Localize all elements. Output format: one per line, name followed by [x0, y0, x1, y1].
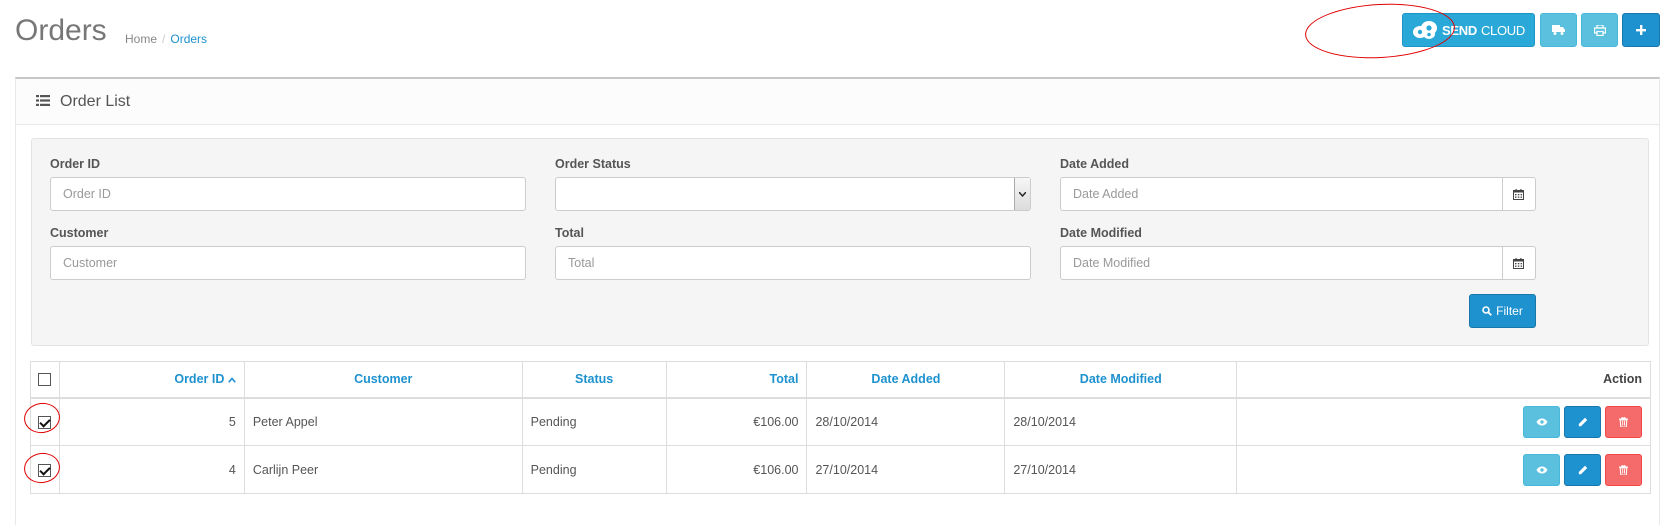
pencil-icon — [1578, 465, 1587, 474]
sendcloud-logo-icon — [1413, 21, 1438, 39]
panel-heading: Order List — [16, 79, 1659, 125]
edit-button[interactable] — [1564, 405, 1601, 438]
col-status[interactable]: Status — [521, 361, 667, 399]
filter-total-label: Total — [555, 226, 584, 240]
calendar-icon — [1513, 257, 1525, 269]
filter-date-modified-group: Date Modified — [1060, 226, 1536, 280]
filter-date-added-label: Date Added — [1060, 157, 1129, 171]
panel-title: Order List — [60, 92, 131, 110]
order-status-value — [555, 177, 1031, 211]
cell-date-modified: 27/10/2014 — [1004, 445, 1238, 494]
col-date-added[interactable]: Date Added — [806, 361, 1006, 399]
col-customer[interactable]: Customer — [243, 361, 523, 399]
cell-date-added: 28/10/2014 — [806, 397, 1006, 446]
sendcloud-label-bold: SEND — [1442, 22, 1477, 38]
cell-total: €106.00 — [665, 445, 808, 494]
breadcrumb-separator: / — [162, 32, 166, 46]
table-row: 4 Carlijn Peer Pending €106.00 27/10/201… — [30, 445, 1651, 494]
truck-icon — [1552, 25, 1565, 35]
cell-order-id: 4 — [58, 445, 245, 494]
row-select-cell — [30, 397, 60, 446]
filter-order-id-label: Order ID — [50, 157, 101, 171]
cell-status: Pending — [521, 397, 667, 446]
cell-total: €106.00 — [665, 397, 808, 446]
view-button[interactable] — [1523, 453, 1560, 486]
page-header: Orders Home / Orders SEND CLOUD — [0, 0, 1660, 72]
cell-status: Pending — [521, 445, 667, 494]
plus-icon — [1636, 25, 1646, 35]
ship-button[interactable] — [1540, 13, 1577, 47]
breadcrumb: Home / Orders — [125, 32, 207, 46]
breadcrumb-home[interactable]: Home — [125, 32, 157, 46]
filter-date-added-group: Date Added — [1060, 157, 1536, 211]
date-added-input[interactable] — [1060, 177, 1503, 211]
sendcloud-logo: SEND CLOUD — [1412, 20, 1525, 40]
customer-input[interactable] — [50, 246, 526, 280]
cell-date-modified: 28/10/2014 — [1004, 397, 1238, 446]
orders-table: Order ID Customer Status Total Date Adde… — [30, 361, 1651, 494]
date-modified-calendar-button[interactable] — [1502, 246, 1536, 280]
eye-icon — [1536, 466, 1547, 473]
calendar-icon — [1513, 188, 1525, 200]
filter-order-status-group: Order Status — [555, 157, 1031, 211]
col-date-modified[interactable]: Date Modified — [1004, 361, 1238, 399]
col-customer-label[interactable]: Customer — [354, 372, 412, 386]
search-icon — [1482, 306, 1493, 316]
breadcrumb-orders[interactable]: Orders — [170, 32, 207, 46]
delete-button[interactable] — [1605, 405, 1642, 438]
add-order-button[interactable] — [1622, 13, 1660, 47]
col-date-modified-label[interactable]: Date Modified — [1080, 372, 1162, 386]
pencil-icon — [1578, 417, 1587, 426]
col-order-id[interactable]: Order ID — [58, 361, 245, 399]
select-all-checkbox[interactable] — [38, 373, 52, 387]
filter-total-group: Total — [555, 226, 1031, 280]
col-action: Action — [1236, 361, 1651, 399]
cell-order-id: 5 — [58, 397, 245, 446]
col-status-label[interactable]: Status — [575, 372, 613, 386]
delete-button[interactable] — [1605, 453, 1642, 486]
col-total[interactable]: Total — [665, 361, 808, 399]
sendcloud-button[interactable]: SEND CLOUD — [1402, 13, 1535, 47]
cell-actions — [1236, 445, 1651, 494]
date-modified-input[interactable] — [1060, 246, 1503, 280]
table-header-row: Order ID Customer Status Total Date Adde… — [30, 361, 1651, 399]
row-select-cell — [30, 445, 60, 494]
view-button[interactable] — [1523, 405, 1560, 438]
filter-customer-group: Customer — [50, 226, 526, 280]
col-total-label[interactable]: Total — [770, 372, 799, 386]
print-button[interactable] — [1581, 13, 1618, 47]
cell-date-added: 27/10/2014 — [806, 445, 1006, 494]
order-status-select[interactable] — [555, 177, 1031, 211]
list-icon — [36, 93, 50, 110]
eye-icon — [1536, 418, 1547, 426]
order-list-panel: Order List Order ID Order Status Date Ad… — [15, 77, 1660, 525]
filter-order-id-group: Order ID — [50, 157, 526, 211]
page-title: Orders — [15, 14, 107, 47]
order-id-input[interactable] — [50, 177, 526, 211]
filter-form: Order ID Order Status Date Added Custome — [31, 138, 1649, 346]
filter-button-label: Filter — [1496, 304, 1523, 318]
trash-icon — [1619, 464, 1628, 475]
table-row: 5 Peter Appel Pending €106.00 28/10/2014… — [30, 397, 1651, 446]
cell-customer: Carlijn Peer — [243, 445, 523, 494]
col-date-added-label[interactable]: Date Added — [871, 372, 940, 386]
trash-icon — [1619, 416, 1628, 427]
sort-up-icon — [228, 377, 236, 383]
total-input[interactable] — [555, 246, 1031, 280]
filter-customer-label: Customer — [50, 226, 109, 240]
select-all-cell — [30, 361, 60, 399]
cell-actions — [1236, 397, 1651, 446]
col-order-id-label[interactable]: Order ID — [174, 372, 236, 386]
row-checkbox[interactable] — [38, 463, 52, 477]
print-icon — [1593, 24, 1606, 36]
cell-customer: Peter Appel — [243, 397, 523, 446]
sendcloud-label-light: CLOUD — [1480, 22, 1525, 38]
caret-down-icon — [1014, 178, 1030, 210]
filter-button[interactable]: Filter — [1469, 294, 1536, 328]
filter-date-modified-label: Date Modified — [1060, 226, 1142, 240]
date-added-calendar-button[interactable] — [1502, 177, 1536, 211]
filter-order-status-label: Order Status — [555, 157, 631, 171]
edit-button[interactable] — [1564, 453, 1601, 486]
row-checkbox[interactable] — [38, 415, 52, 429]
